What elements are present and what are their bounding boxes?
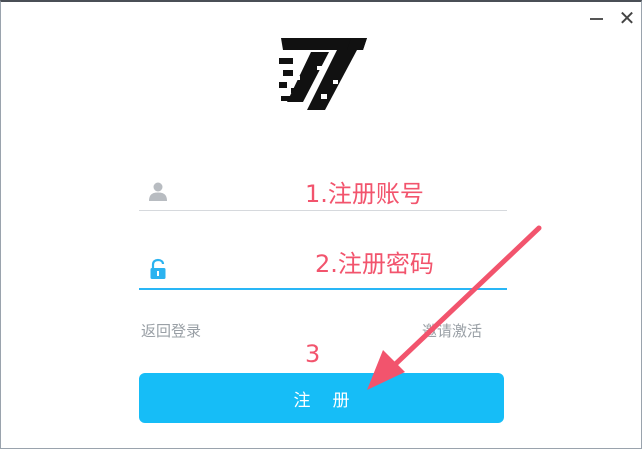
annotation-step-3: 3 xyxy=(305,340,321,368)
login-window: ✕ 返回登录 邀请激活 注册 1.注册账号 2.注册密码 3 xyxy=(0,0,642,449)
invite-activate-link[interactable]: 邀请激活 xyxy=(422,320,482,341)
lock-icon xyxy=(150,258,166,279)
close-icon: ✕ xyxy=(618,6,636,30)
brand-logo xyxy=(279,38,367,110)
back-to-login-link[interactable]: 返回登录 xyxy=(141,320,201,341)
minimize-button[interactable] xyxy=(588,8,606,28)
annotation-step-1: 1.注册账号 xyxy=(305,180,424,208)
annotation-step-2: 2.注册密码 xyxy=(315,250,434,278)
register-button[interactable]: 注册 xyxy=(139,373,504,423)
user-icon xyxy=(149,182,167,201)
close-button[interactable]: ✕ xyxy=(617,8,637,28)
